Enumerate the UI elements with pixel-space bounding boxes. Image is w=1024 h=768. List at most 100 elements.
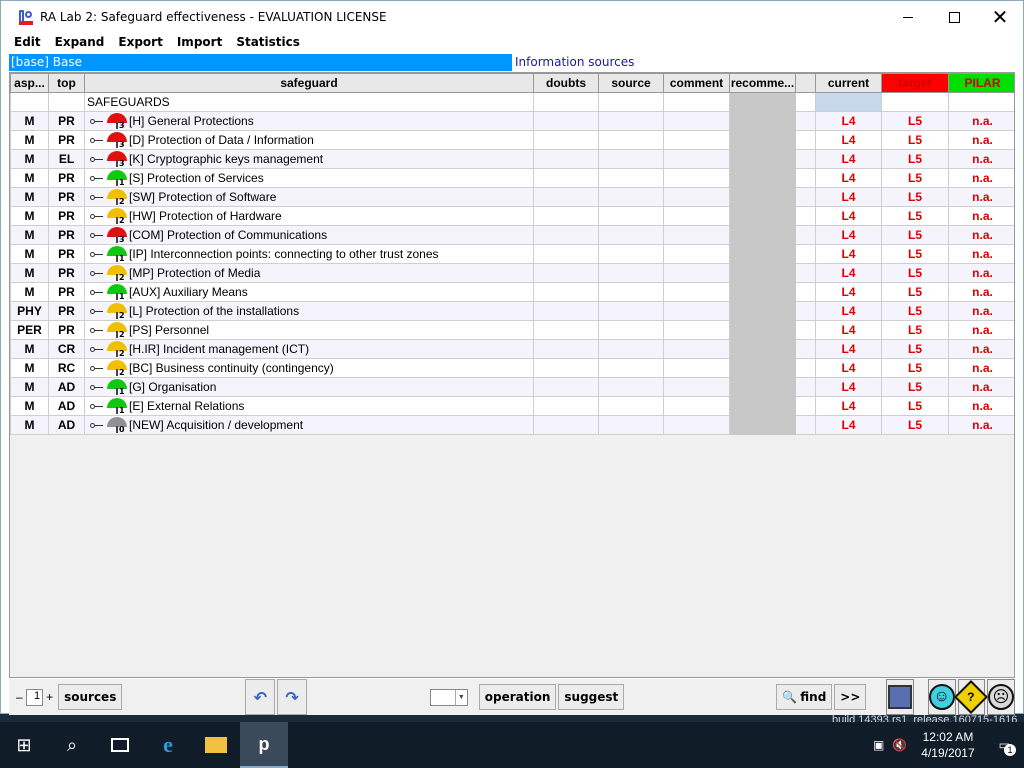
chevron-down-icon[interactable]: ▼ <box>454 689 467 705</box>
col-header-aspect[interactable]: asp... <box>10 73 49 93</box>
current-level-cell[interactable]: L4 <box>815 111 882 131</box>
safeguard-cell[interactable]: 1 [IP] Interconnection points: connecting… <box>84 244 534 264</box>
pilar-level-cell[interactable]: n.a. <box>948 225 1014 245</box>
doubts-cell[interactable] <box>533 168 599 188</box>
target-level-cell[interactable]: L5 <box>881 396 949 416</box>
top-cell[interactable]: AD <box>48 396 85 416</box>
safeguard-cell[interactable]: 2 [H.IR] Incident management (ICT) <box>84 339 534 359</box>
target-level-cell[interactable]: L5 <box>881 149 949 169</box>
table-row[interactable]: M PR 3 [COM] Protection of Communications L4… <box>10 225 1014 245</box>
maximize-button[interactable] <box>931 1 977 33</box>
undo-button[interactable]: ↶ <box>245 679 276 715</box>
pilar-level-cell[interactable]: n.a. <box>948 263 1014 283</box>
target-level-cell[interactable]: L5 <box>881 282 949 302</box>
safeguard-cell[interactable]: 2 [SW] Protection of Software <box>84 187 534 207</box>
current-level-cell[interactable]: L4 <box>815 263 882 283</box>
tree-node-key-icon[interactable] <box>90 232 104 238</box>
comment-cell[interactable] <box>663 358 730 378</box>
start-button[interactable]: ⊞ <box>0 722 48 768</box>
current-level-cell[interactable]: L4 <box>815 187 882 207</box>
pilar-level-cell[interactable]: n.a. <box>948 187 1014 207</box>
current-level-cell[interactable]: L4 <box>815 339 882 359</box>
redo-button[interactable]: ↷ <box>277 679 308 715</box>
doubts-cell[interactable] <box>533 358 599 378</box>
tree-node-key-icon[interactable] <box>90 175 104 181</box>
table-row[interactable]: M EL 3 [K] Cryptographic keys management L4 L… <box>10 149 1014 169</box>
current-level-cell[interactable]: L4 <box>815 225 882 245</box>
table-row[interactable]: M CR 2 [H.IR] Incident management (ICT) L4 L5… <box>10 339 1014 359</box>
current-level-cell[interactable]: L4 <box>815 282 882 302</box>
source-cell[interactable] <box>598 396 664 416</box>
comment-cell[interactable] <box>663 320 730 340</box>
top-cell[interactable]: PR <box>48 206 85 226</box>
target-level-cell[interactable]: L5 <box>881 130 949 150</box>
tree-node-key-icon[interactable] <box>90 327 104 333</box>
target-level-cell[interactable]: L5 <box>881 377 949 397</box>
pilar-level-cell[interactable]: n.a. <box>948 339 1014 359</box>
safeguard-cell[interactable]: 3 [K] Cryptographic keys management <box>84 149 534 169</box>
comment-cell[interactable] <box>663 206 730 226</box>
pilar-level-cell[interactable]: n.a. <box>948 282 1014 302</box>
table-row[interactable]: M PR 2 [HW] Protection of Hardware L4 L5 n.a. <box>10 206 1014 226</box>
top-cell[interactable]: PR <box>48 168 85 188</box>
aspect-cell[interactable]: M <box>10 149 49 169</box>
source-cell[interactable] <box>598 263 664 283</box>
collapse-level-button[interactable]: – <box>13 690 26 704</box>
pilar-level-cell[interactable]: n.a. <box>948 377 1014 397</box>
table-row[interactable]: M PR 2 [MP] Protection of Media L4 L5 n.a. <box>10 263 1014 283</box>
source-cell[interactable] <box>598 225 664 245</box>
top-cell[interactable]: AD <box>48 415 85 435</box>
file-explorer-button[interactable] <box>192 722 240 768</box>
safeguard-cell[interactable]: 3 [H] General Protections <box>84 111 534 131</box>
comment-cell[interactable] <box>663 244 730 264</box>
source-cell[interactable] <box>598 415 664 435</box>
table-row[interactable]: M RC 2 [BC] Business continuity (contingenc… <box>10 358 1014 378</box>
comment-cell[interactable] <box>663 263 730 283</box>
current-level-cell[interactable]: L4 <box>815 377 882 397</box>
col-header-target[interactable]: target <box>881 73 949 93</box>
comment-cell[interactable] <box>663 187 730 207</box>
doubts-cell[interactable] <box>533 130 599 150</box>
tree-node-key-icon[interactable] <box>90 118 104 124</box>
task-view-button[interactable] <box>96 722 144 768</box>
source-cell[interactable] <box>598 301 664 321</box>
pilar-level-cell[interactable]: n.a. <box>948 206 1014 226</box>
comment-cell[interactable] <box>663 377 730 397</box>
doubts-cell[interactable] <box>533 206 599 226</box>
safeguard-cell[interactable]: 1 [AUX] Auxiliary Means <box>84 282 534 302</box>
source-cell[interactable] <box>598 358 664 378</box>
tree-node-key-icon[interactable] <box>90 251 104 257</box>
top-cell[interactable]: PR <box>48 263 85 283</box>
table-row[interactable]: M PR 3 [H] General Protections L4 L5 n.a. <box>10 111 1014 131</box>
aspect-cell[interactable]: M <box>10 415 49 435</box>
volume-muted-icon[interactable]: 🔇 <box>888 738 911 752</box>
save-button[interactable] <box>886 679 914 715</box>
doubts-cell[interactable] <box>533 339 599 359</box>
doubts-cell[interactable] <box>533 111 599 131</box>
menu-edit[interactable]: Edit <box>7 35 48 49</box>
doubts-cell[interactable] <box>533 396 599 416</box>
current-level-cell[interactable]: L4 <box>815 149 882 169</box>
aspect-cell[interactable]: M <box>10 168 49 188</box>
safeguard-cell[interactable]: 1 [S] Protection of Services <box>84 168 534 188</box>
menu-expand[interactable]: Expand <box>48 35 112 49</box>
tree-node-key-icon[interactable] <box>90 270 104 276</box>
doubts-cell[interactable] <box>533 187 599 207</box>
menu-import[interactable]: Import <box>170 35 229 49</box>
doubts-cell[interactable] <box>533 415 599 435</box>
table-row[interactable]: PHY PR 2 [L] Protection of the installation… <box>10 301 1014 321</box>
current-level-cell[interactable]: L4 <box>815 396 882 416</box>
doubts-cell[interactable] <box>533 301 599 321</box>
aspect-cell[interactable]: M <box>10 111 49 131</box>
pilar-level-cell[interactable]: n.a. <box>948 358 1014 378</box>
col-header-doubts[interactable]: doubts <box>533 73 599 93</box>
target-level-cell[interactable]: L5 <box>881 225 949 245</box>
safeguard-cell[interactable]: 2 [PS] Personnel <box>84 320 534 340</box>
top-cell[interactable]: CR <box>48 339 85 359</box>
pilar-taskbar-button[interactable]: p <box>240 722 288 768</box>
sources-button[interactable]: sources <box>58 684 123 710</box>
level-input[interactable]: 1 <box>25 688 44 706</box>
source-cell[interactable] <box>598 187 664 207</box>
target-level-cell[interactable]: L5 <box>881 320 949 340</box>
help-button[interactable]: ? <box>954 679 989 715</box>
